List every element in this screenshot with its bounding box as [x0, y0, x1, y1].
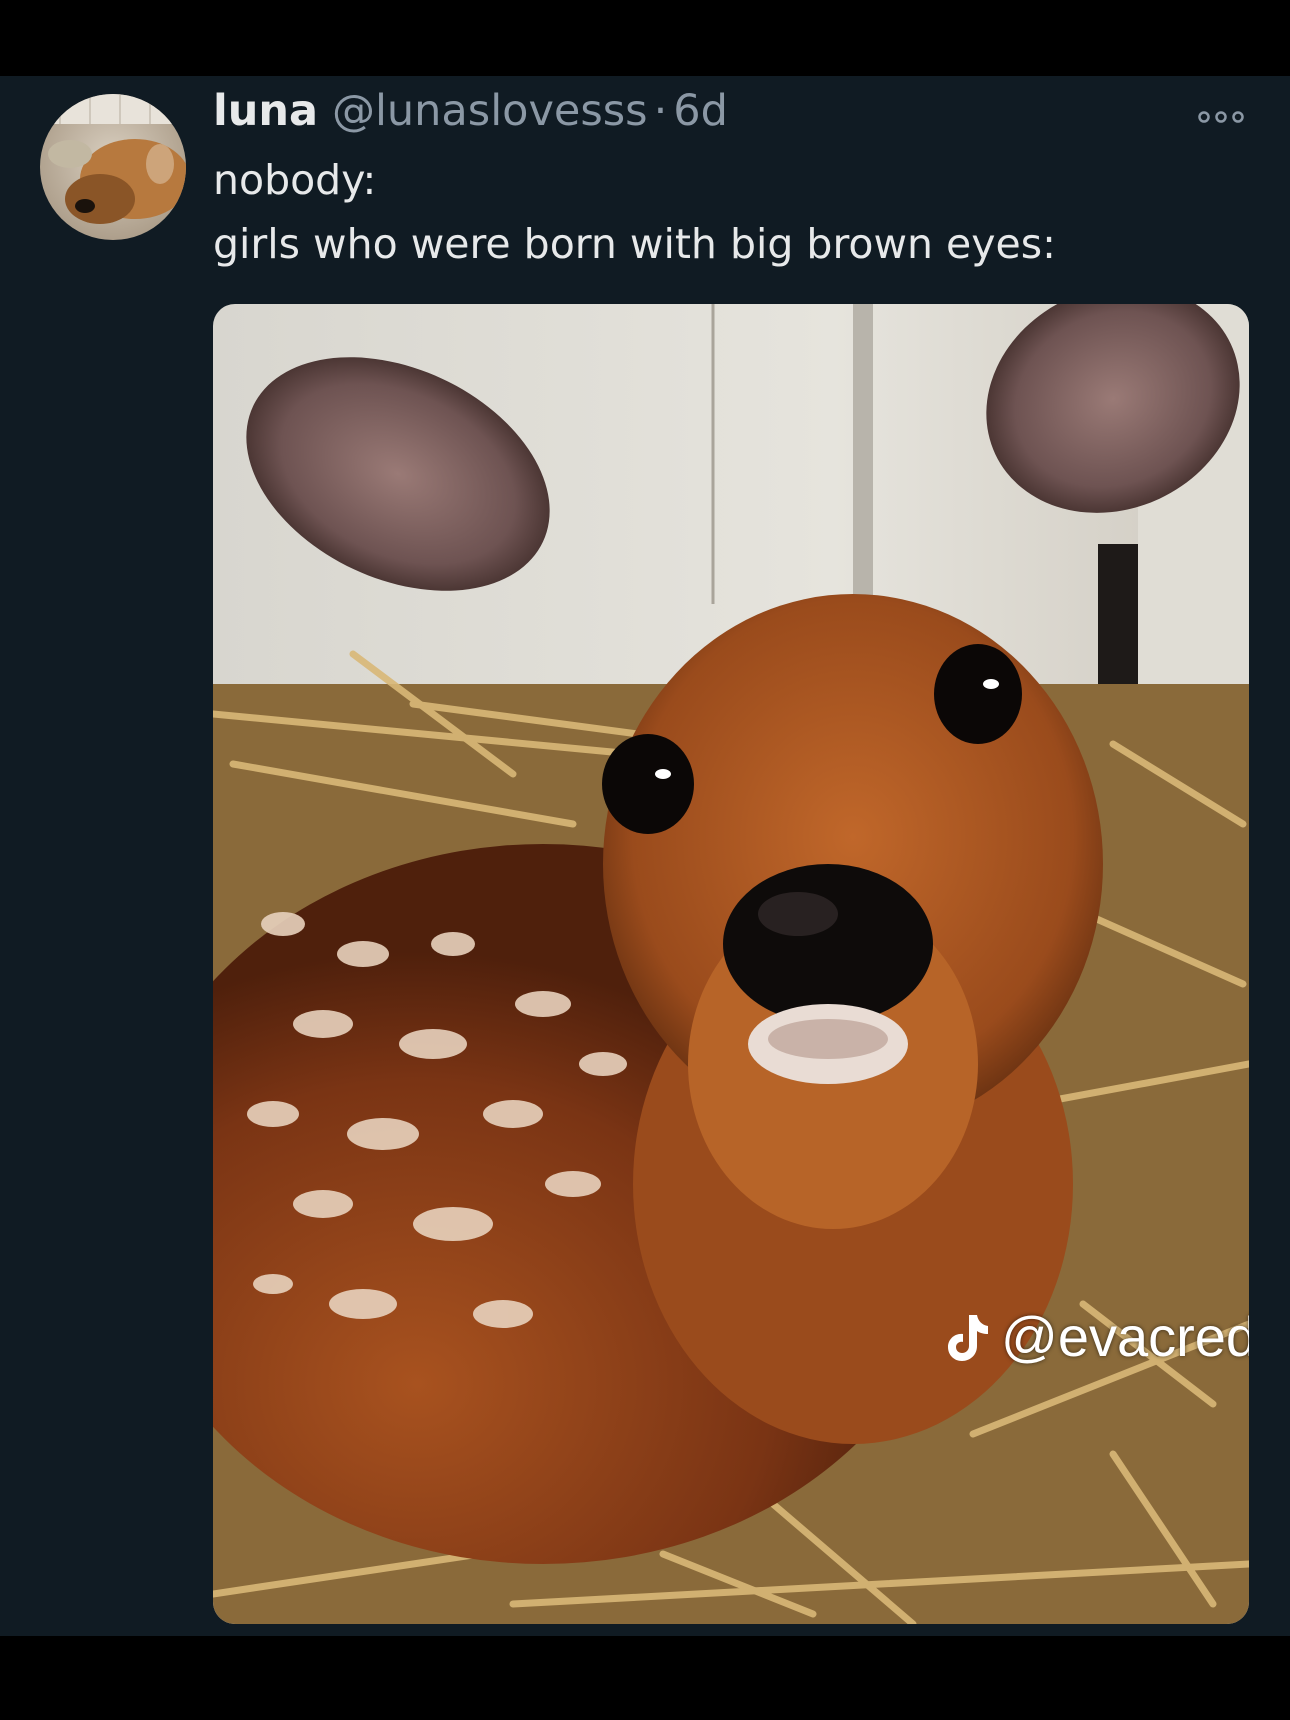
avatar-image [40, 94, 186, 240]
watermark-handle: @evacred [1001, 1305, 1249, 1368]
separator-dot: · [653, 86, 668, 136]
tweet-header: luna @lunaslovesss · 6d [213, 86, 728, 142]
fawn-photo [213, 304, 1249, 1624]
avatar[interactable] [40, 94, 186, 240]
tweet-media-photo[interactable]: @evacred [213, 304, 1249, 1624]
tiktok-icon [948, 1314, 988, 1361]
display-name[interactable]: luna [213, 86, 318, 136]
user-handle[interactable]: @lunaslovesss [332, 86, 648, 136]
screen: luna @lunaslovesss · 6d nobody: girls wh… [0, 0, 1290, 1720]
timestamp[interactable]: 6d [673, 86, 728, 136]
tiktok-watermark: @evacred [945, 1304, 1249, 1369]
bottom-black-bar [0, 1636, 1290, 1720]
tweet-text-line: girls who were born with big brown eyes: [213, 220, 1056, 268]
top-black-bar [0, 0, 1290, 76]
more-options-button[interactable] [1192, 102, 1250, 132]
tweet-text-line: nobody: [213, 156, 377, 204]
more-horizontal-icon [1198, 111, 1244, 123]
tweet-card[interactable]: luna @lunaslovesss · 6d nobody: girls wh… [0, 76, 1290, 1636]
